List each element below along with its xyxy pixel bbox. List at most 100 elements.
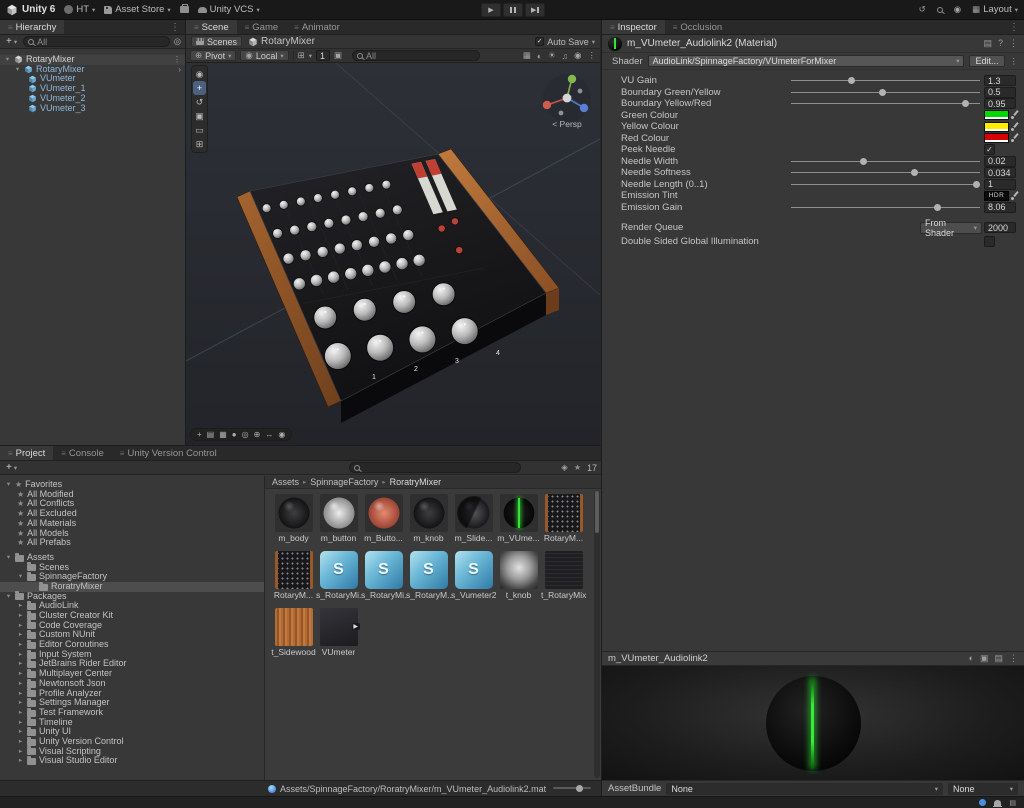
boundary-yellow-red-slider[interactable] [791,99,980,108]
tab-unity-version-control[interactable]: ≡ Unity Version Control [112,446,225,460]
thumbnail-size-slider[interactable] [553,784,591,792]
foldout-icon[interactable]: ▾ [5,592,12,602]
vu-gain-value[interactable]: 1.3 [984,75,1016,87]
breadcrumb-roratrymixer[interactable]: RoratryMixer [390,477,442,487]
scene-row[interactable]: ▾ RotaryMixer ⋮ [0,55,185,65]
asset-item[interactable]: t_RotaryMix... [541,551,586,606]
flythrough-icon[interactable]: ↔ [265,430,273,439]
asset-item[interactable]: m_button [316,494,361,549]
asset-item[interactable]: m_body [271,494,316,549]
scene-picking-icon[interactable]: ◎ [174,36,181,47]
save-search-icon[interactable]: ★ [574,463,581,472]
camera-settings-icon[interactable]: ◉ [574,50,581,61]
pivot-dropdown[interactable]: ⊕ Pivot ▾ [190,50,237,61]
hierarchy-child-row[interactable]: VUmeter_3 [0,103,185,113]
asset-store-dropdown[interactable]: Asset Store ▾ [104,4,171,15]
create-object-button[interactable]: + ▾ [4,36,19,47]
needle-softness-slider[interactable] [791,168,980,177]
package-row[interactable]: ▸ Visual Studio Editor [0,756,264,766]
panel-menu-icon[interactable]: ⋮ [1004,20,1024,34]
needle-softness-value[interactable]: 0.034 [984,167,1016,179]
preview-popout-icon[interactable]: ▤ [994,653,1003,664]
orientation-dropdown[interactable]: ◉ Local ▾ [240,50,289,61]
boundary-yellow-red-value[interactable]: 0.95 [984,98,1016,110]
emission-gain-slider[interactable] [791,203,980,212]
services-button[interactable] [179,4,189,13]
boundary-green-yellow-value[interactable]: 0.5 [984,86,1016,98]
asset-item[interactable]: t_Sidewood [271,608,316,663]
tab-occlusion[interactable]: ≡ Occlusion [665,20,730,34]
presets-icon[interactable]: ▤ [983,38,992,49]
yellow-colour-swatch[interactable] [984,121,1009,132]
vcs-status-icon[interactable] [979,799,987,806]
asset-item[interactable]: s_RotaryM... [406,551,451,606]
grid-visibility-icon[interactable]: ⊞ [298,50,305,61]
foldout-icon[interactable]: ▸ [17,630,24,640]
camera-icon[interactable]: ◉ [278,430,285,439]
foldout-icon[interactable]: ▾ [14,65,21,75]
asset-item[interactable]: s_Vumeter2 [451,551,496,606]
asset-item[interactable]: m_Butto... [361,494,406,549]
pan-icon[interactable]: ▤ [207,430,215,439]
material-preview-area[interactable] [602,666,1024,780]
foldout-icon[interactable]: ▸ [17,640,24,650]
move-icon[interactable]: + [197,430,202,439]
render-queue-value[interactable]: 2000 [984,222,1016,234]
favorite-row[interactable]: ★ All Prefabs [0,538,264,548]
foldout-icon[interactable]: ▸ [17,747,24,757]
unity-vcs-dropdown[interactable]: Unity VCS ▾ [197,4,260,15]
tab-project[interactable]: ≡ Project [0,446,54,460]
eyedropper-icon[interactable] [1011,133,1019,143]
play-button[interactable]: ▶ [481,3,501,17]
preview-shape-icon[interactable]: ◐ [969,653,974,664]
foldout-icon[interactable]: ▾ [4,55,11,65]
step-button[interactable]: ▶ [525,3,545,17]
preview-light-icon[interactable]: ▣ [980,653,989,664]
search-by-type-icon[interactable]: ◈ [561,462,568,473]
package-row[interactable]: ▸ Newtonsoft Json [0,678,264,689]
eyedropper-icon[interactable] [1011,191,1019,201]
foldout-icon[interactable]: ▸ [17,669,24,679]
scene-viewport[interactable]: 1 2 3 4 < Persp ◉ + ↺ ▣ ▭ ⊞ + ▤ ▦ ● ◎ ⊕ … [186,63,600,445]
audio-toggle-icon[interactable]: ♫ [562,51,568,61]
tab-game[interactable]: ≡ Game [237,20,287,34]
hierarchy-child-row[interactable]: VUmeter_1 [0,84,185,94]
foldout-icon[interactable]: ▸ [17,601,24,611]
unity-hub-button[interactable]: Unity 6 [6,4,55,16]
needle-width-value[interactable]: 0.02 [984,155,1016,167]
prefab-root-row[interactable]: ▾ RotaryMixer › [0,64,185,75]
grid-size-field[interactable]: 1 [316,50,330,61]
material-preview-header[interactable]: m_VUmeter_Audiolink2 ◐ ▣ ▤ ⋮ [602,651,1024,666]
tab-inspector[interactable]: ≡ Inspector [602,20,665,34]
green-colour-swatch[interactable] [984,110,1009,121]
view-tool-button[interactable]: ◉ [193,67,206,81]
notifications-icon[interactable]: ◉ [954,4,961,15]
foldout-icon[interactable]: ▸ [17,708,24,718]
foldout-icon[interactable]: ▸ [17,679,24,689]
gizmo-perspective-label[interactable]: < Persp [552,119,582,129]
tab-console[interactable]: ≡ Console [53,446,112,460]
shader-dropdown[interactable]: AudioLink/SpinnageFactory/VUmeterForMixe… [647,55,965,67]
focus-icon[interactable]: ⊕ [254,430,261,439]
asset-item[interactable]: m_VUme... [496,494,541,549]
gizmos-menu-icon[interactable]: ⋮ [588,50,597,61]
pause-button[interactable] [503,3,523,17]
foldout-icon[interactable]: ▸ [17,650,24,660]
scale-tool-button[interactable]: ▣ [193,109,206,123]
render-queue-dropdown[interactable]: From Shader ▾ [920,218,982,238]
eyedropper-icon[interactable] [1011,122,1019,132]
grid-scrollbar[interactable] [594,490,600,778]
asset-item[interactable]: t_knob [496,551,541,606]
panel-menu-icon[interactable]: ⋮ [165,20,185,34]
create-asset-button[interactable]: + ▾ [4,462,19,473]
spinnagefactory-folder-row[interactable]: ▾ SpinnageFactory [0,572,264,582]
help-icon[interactable]: ? [998,38,1003,49]
foldout-icon[interactable]: ▸ [17,737,24,747]
lighting-toggle-icon[interactable]: ☀ [548,50,556,61]
auto-save-checkbox[interactable]: ✓ [535,37,545,46]
context-menu-icon[interactable]: ⋮ [1009,38,1018,49]
foldout-icon[interactable]: ▸ [17,718,24,728]
eyedropper-icon[interactable] [1011,110,1019,120]
undo-history-icon[interactable]: ↺ [919,4,926,15]
open-prefab-icon[interactable]: › [178,65,181,75]
